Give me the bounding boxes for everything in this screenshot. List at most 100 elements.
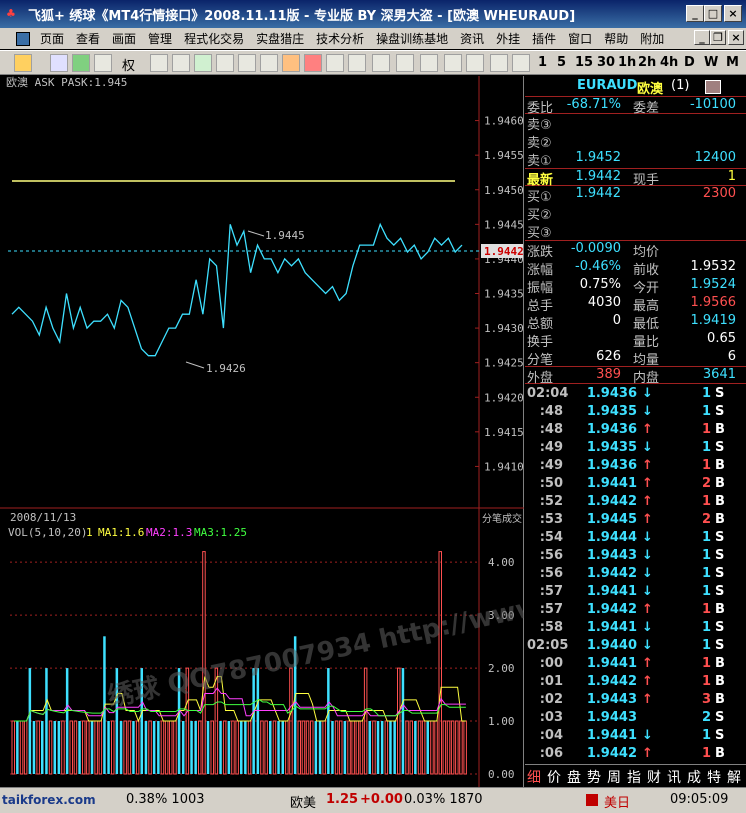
period-day[interactable]: D [684,55,695,70]
period-2h[interactable]: 2h [638,55,656,70]
volume-bar [206,721,210,774]
panel-tab[interactable]: 周 [607,767,621,787]
menu-training[interactable]: 操盘训练基地 [370,30,454,47]
panel-toggle-icon[interactable] [705,80,721,94]
menu-real-trading[interactable]: 实盘猎庄 [250,30,310,47]
panel-tab[interactable]: 细 [527,767,541,787]
tick-price: 1.9445 [586,512,637,527]
tick-row[interactable]: :04 1.9441 ↓ 1 S [525,728,746,746]
tick-volume: 1 [701,674,711,689]
child-restore-button[interactable]: ❐ [710,30,726,45]
menu-news[interactable]: 资讯 [454,30,490,47]
move-icon[interactable] [72,54,90,72]
book-icon[interactable] [238,54,256,72]
tick-list[interactable]: 02:04 1.9436 ↓ 1 S:48 1.9435 ↓ 1 S:48 1.… [525,386,746,764]
volume-bar [61,720,65,775]
child-close-button[interactable]: × [728,30,744,45]
menu-window[interactable]: 窗口 [562,30,598,47]
rsi-icon[interactable] [50,54,68,72]
tick-row[interactable]: 02:04 1.9436 ↓ 1 S [525,386,746,404]
panel-tab[interactable]: 盘 [567,767,581,787]
child-minimize-button[interactable]: _ [694,30,710,45]
line-chart-icon[interactable] [512,54,530,72]
open-icon[interactable] [14,54,32,72]
status-price: 1.25 [326,792,359,807]
panel-tab[interactable]: 指 [627,767,641,787]
search-icon[interactable] [260,54,278,72]
tick-row[interactable]: :52 1.9442 ↑ 1 B [525,494,746,512]
period-30m[interactable]: 30 [597,55,615,70]
menu-plugins[interactable]: 插件 [526,30,562,47]
period-1h[interactable]: 1h [618,55,636,70]
close-button[interactable]: × [724,5,742,22]
menu-technical-analysis[interactable]: 技术分析 [310,30,370,47]
arrows-icon[interactable] [94,54,112,72]
tick-row[interactable]: :00 1.9441 ↑ 1 B [525,656,746,674]
panel-tab[interactable]: 讯 [667,767,681,787]
tick-row[interactable]: :49 1.9435 ↓ 1 S [525,440,746,458]
child-window-icon[interactable] [16,31,30,46]
maximize-button[interactable]: □ [704,5,722,22]
alarm-icon[interactable] [304,54,322,72]
period-15m[interactable]: 15 [575,55,593,70]
tick-row[interactable]: :03 1.9443 2 S [525,710,746,728]
menu-manage[interactable]: 管理 [142,30,178,47]
price-chart-svg[interactable]: 欧澳 ASK PASK:1.945 1.9460 1.9455 1.9450 1.94… [0,76,660,787]
period-week[interactable]: W [704,55,718,70]
chart-area[interactable]: 欧澳 ASK PASK:1.945 1.9460 1.9455 1.9450 1.94… [0,76,660,787]
period-4h[interactable]: 4h [660,55,678,70]
tick-row[interactable]: :49 1.9436 ↑ 1 B [525,458,746,476]
report-icon[interactable] [396,54,414,72]
tick-row[interactable]: :54 1.9444 ↓ 1 S [525,530,746,548]
tick-row[interactable]: :48 1.9435 ↓ 1 S [525,404,746,422]
link-icon[interactable] [172,54,190,72]
tick-row[interactable]: :56 1.9442 ↓ 1 S [525,566,746,584]
menu-view[interactable]: 查看 [70,30,106,47]
gear-icon[interactable] [282,54,300,72]
period-1m[interactable]: 1 [538,55,547,70]
panel-tab[interactable]: 成 [687,767,701,787]
grid-icon[interactable] [348,54,366,72]
tick-row[interactable]: :58 1.9441 ↓ 1 S [525,620,746,638]
menu-help[interactable]: 帮助 [598,30,634,47]
panel-tab[interactable]: 财 [647,767,661,787]
volume-bar [111,720,115,775]
menu-screen[interactable]: 画面 [106,30,142,47]
panel-tab[interactable]: 势 [587,767,601,787]
list-icon[interactable] [444,54,462,72]
zoom-icon[interactable] [150,54,168,72]
tick-time: :49 [539,440,563,455]
minimize-button[interactable]: _ [686,5,704,22]
window-icon[interactable] [420,54,438,72]
menu-plugin-ext[interactable]: 外挂 [490,30,526,47]
table-icon[interactable] [466,54,484,72]
status-market[interactable]: 美日 [604,792,630,811]
tick-row[interactable]: :50 1.9441 ↑ 2 B [525,476,746,494]
tick-row[interactable]: :53 1.9445 ↑ 2 B [525,512,746,530]
bar-chart-icon[interactable] [372,54,390,72]
chart-icon[interactable] [194,54,212,72]
tick-row[interactable]: :02 1.9443 ↑ 3 B [525,692,746,710]
tick-row[interactable]: :57 1.9441 ↓ 1 S [525,584,746,602]
tick-row[interactable]: :48 1.9436 ↑ 1 B [525,422,746,440]
period-5m[interactable]: 5 [557,55,566,70]
volume-bar [227,721,231,774]
tick-row[interactable]: :57 1.9442 ↑ 1 B [525,602,746,620]
tick-row[interactable]: :06 1.9442 ↑ 1 B [525,746,746,764]
panel-tab[interactable]: 价 [547,767,561,787]
period-month[interactable]: M [726,55,739,70]
menu-page[interactable]: 页面 [34,30,70,47]
tick-row[interactable]: :01 1.9442 ↑ 1 B [525,674,746,692]
menu-program-trading[interactable]: 程式化交易 [178,30,250,47]
tick-row[interactable]: 02:05 1.9440 ↓ 1 S [525,638,746,656]
calc-icon[interactable] [216,54,234,72]
quan-button[interactable]: 权 [122,55,135,74]
tick-row[interactable]: :56 1.9443 ↓ 1 S [525,548,746,566]
title-bar[interactable]: ♣ 飞狐+ 绣球《MT4行情接口》2008.11.11版 - 专业版 BY 深男… [0,0,746,28]
panel-tab[interactable]: 特 [707,767,721,787]
pen-icon[interactable] [326,54,344,72]
menu-extra[interactable]: 附加 [634,30,670,47]
panel-tab[interactable]: 解 [727,767,741,787]
candle-icon[interactable] [490,54,508,72]
volume-bar [94,720,98,775]
